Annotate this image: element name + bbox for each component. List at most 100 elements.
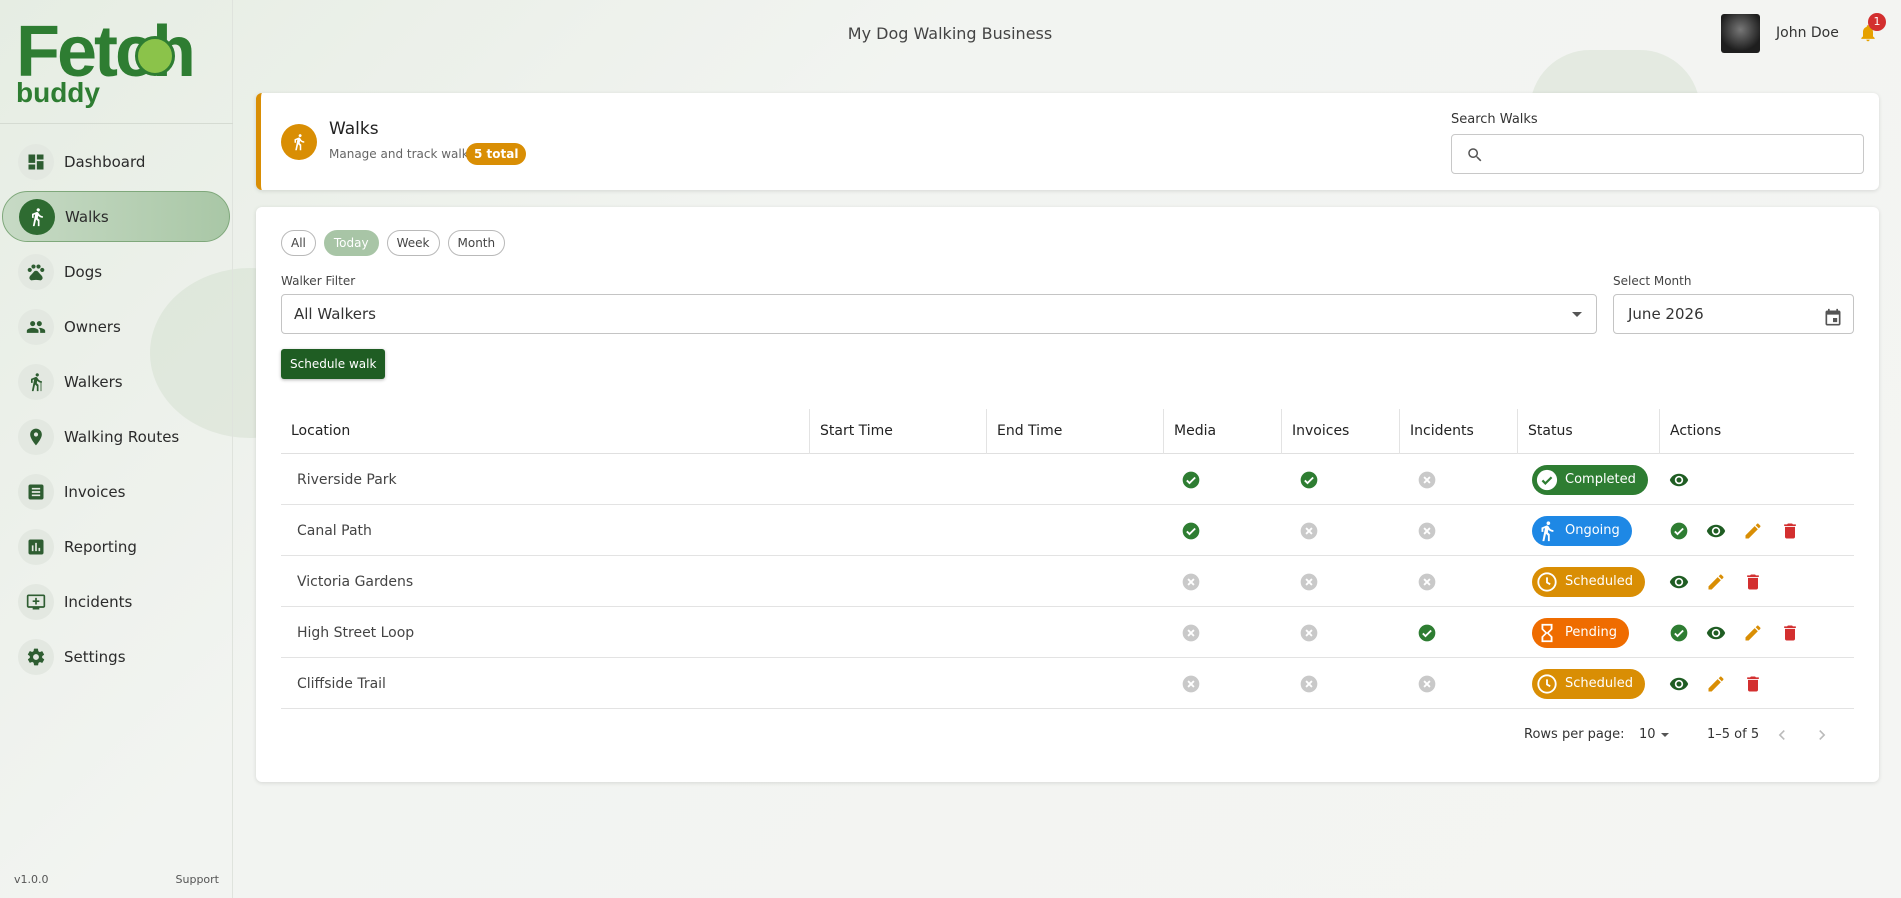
chip-week[interactable]: Week bbox=[386, 230, 440, 256]
walker-filter-label: Walker Filter bbox=[281, 274, 356, 288]
status-label: Pending bbox=[1565, 625, 1617, 640]
media-x-icon bbox=[1181, 658, 1299, 709]
chip-month[interactable]: Month bbox=[447, 230, 506, 256]
chevron-down-icon bbox=[1660, 732, 1669, 737]
cell-start-time bbox=[809, 556, 986, 607]
sidebar-item-label: Reporting bbox=[64, 537, 137, 556]
search-label: Search Walks bbox=[1451, 112, 1538, 127]
cell-end-time bbox=[986, 607, 1163, 658]
schedule-walk-button[interactable]: Schedule walk bbox=[281, 349, 386, 379]
walker-filter-select[interactable]: All Walkers bbox=[281, 294, 1597, 334]
column-header-incidents[interactable]: Incidents bbox=[1399, 409, 1517, 454]
pencil-icon[interactable] bbox=[1743, 521, 1780, 541]
column-header-end-time[interactable]: End Time bbox=[986, 409, 1163, 454]
cell-end-time bbox=[986, 658, 1163, 709]
column-header-location[interactable]: Location bbox=[281, 409, 809, 454]
sidebar-item-incidents[interactable]: Incidents bbox=[2, 576, 231, 627]
sidebar-item-dogs[interactable]: Dogs bbox=[2, 246, 231, 297]
chip-today[interactable]: Today bbox=[323, 230, 379, 256]
walker-filter-value: All Walkers bbox=[294, 305, 376, 323]
column-header-media[interactable]: Media bbox=[1163, 409, 1281, 454]
pencil-icon[interactable] bbox=[1706, 674, 1743, 694]
sidebar-item-label: Invoices bbox=[64, 482, 126, 501]
notification-count-badge: 1 bbox=[1868, 13, 1886, 31]
sidebar-item-walks[interactable]: Walks bbox=[2, 191, 230, 242]
table-row[interactable]: Victoria Gardens Scheduled bbox=[281, 556, 1854, 607]
invoice-x-icon bbox=[1299, 658, 1417, 709]
table-row[interactable]: Cliffside Trail Scheduled bbox=[281, 658, 1854, 709]
column-header-status[interactable]: Status bbox=[1517, 409, 1659, 454]
eye-icon[interactable] bbox=[1706, 521, 1743, 541]
walks-header-card: Walks Manage and track walks 5 total Sea… bbox=[256, 93, 1879, 190]
incident-check-icon bbox=[1417, 607, 1535, 658]
eye-icon[interactable] bbox=[1706, 623, 1743, 643]
search-input[interactable] bbox=[1494, 143, 1854, 165]
sidebar-item-walkers[interactable]: Walkers bbox=[2, 356, 231, 407]
app-logo[interactable]: Fetch buddy bbox=[16, 16, 216, 111]
chevron-down-icon bbox=[1572, 312, 1582, 317]
sidebar-item-dashboard[interactable]: Dashboard bbox=[2, 136, 231, 187]
rows-per-page-value: 10 bbox=[1639, 727, 1656, 742]
month-picker[interactable]: June 2026 bbox=[1613, 294, 1854, 334]
sidebar-item-reporting[interactable]: Reporting bbox=[2, 521, 231, 572]
trash-icon[interactable] bbox=[1743, 674, 1780, 694]
running-icon bbox=[1541, 520, 1554, 541]
chevron-left-icon[interactable] bbox=[1772, 725, 1792, 745]
pencil-icon[interactable] bbox=[1743, 623, 1780, 643]
cell-end-time bbox=[986, 505, 1163, 556]
calendar-icon[interactable] bbox=[1823, 304, 1843, 326]
page-subtitle: Manage and track walks bbox=[329, 147, 475, 161]
actions-cell bbox=[1669, 658, 1854, 709]
table-row[interactable]: Canal Path Ongoing bbox=[281, 505, 1854, 556]
pencil-icon[interactable] bbox=[1706, 572, 1743, 592]
sidebar-divider bbox=[0, 123, 233, 124]
eye-icon[interactable] bbox=[1669, 674, 1706, 694]
column-header-start-time[interactable]: Start Time bbox=[809, 409, 986, 454]
sidebar-item-owners[interactable]: Owners bbox=[2, 301, 231, 352]
avatar[interactable] bbox=[1721, 14, 1760, 53]
chart-icon bbox=[18, 528, 54, 565]
trash-icon[interactable] bbox=[1780, 521, 1817, 541]
clock-icon bbox=[1537, 673, 1557, 694]
status-cell: Ongoing bbox=[1532, 505, 1674, 556]
trash-icon[interactable] bbox=[1743, 572, 1780, 592]
chip-all[interactable]: All bbox=[281, 230, 316, 256]
table-row[interactable]: Riverside Park Completed bbox=[281, 454, 1854, 505]
sidebar-item-invoices[interactable]: Invoices bbox=[2, 466, 231, 517]
dashboard-icon bbox=[18, 143, 54, 180]
sidebar-item-label: Walkers bbox=[64, 372, 123, 391]
paw-icon bbox=[18, 253, 54, 290]
trash-icon[interactable] bbox=[1780, 623, 1817, 643]
sidebar-item-label: Settings bbox=[64, 647, 126, 666]
media-x-icon bbox=[1181, 607, 1299, 658]
total-count-badge: 5 total bbox=[466, 143, 527, 165]
actions-cell bbox=[1669, 556, 1854, 607]
sidebar-item-walking-routes[interactable]: Walking Routes bbox=[2, 411, 231, 462]
support-link[interactable]: Support bbox=[176, 873, 219, 886]
business-name: My Dog Walking Business bbox=[847, 24, 1053, 43]
chevron-right-icon[interactable] bbox=[1812, 725, 1832, 745]
clock-icon bbox=[1537, 571, 1557, 592]
sidebar-item-settings[interactable]: Settings bbox=[2, 631, 231, 682]
actions-cell bbox=[1669, 505, 1854, 556]
pagination: Rows per page: 10 1–5 of 5 bbox=[256, 720, 1829, 750]
rows-per-page-label: Rows per page: bbox=[1524, 727, 1625, 742]
incident-x-icon bbox=[1417, 658, 1535, 709]
eye-icon[interactable] bbox=[1669, 470, 1706, 490]
complete-action-icon[interactable] bbox=[1669, 521, 1706, 541]
rows-per-page-select[interactable]: 10 bbox=[1639, 727, 1669, 742]
location-pin-icon bbox=[18, 418, 54, 455]
column-header-invoices[interactable]: Invoices bbox=[1281, 409, 1399, 454]
cell-start-time bbox=[809, 607, 986, 658]
sidebar-item-label: Owners bbox=[64, 317, 121, 336]
cell-start-time bbox=[809, 658, 986, 709]
search-field[interactable] bbox=[1451, 134, 1864, 174]
status-cell: Scheduled bbox=[1532, 556, 1674, 607]
sidebar: Fetch buddy Dashboard Walks Dogs Owners … bbox=[0, 0, 233, 898]
complete-action-icon[interactable] bbox=[1669, 623, 1706, 643]
status-cell: Scheduled bbox=[1532, 658, 1674, 709]
eye-icon[interactable] bbox=[1669, 572, 1706, 592]
table-row[interactable]: High Street Loop Pending bbox=[281, 607, 1854, 658]
user-name[interactable]: John Doe bbox=[1776, 25, 1839, 41]
cell-location: Cliffside Trail bbox=[297, 675, 386, 692]
